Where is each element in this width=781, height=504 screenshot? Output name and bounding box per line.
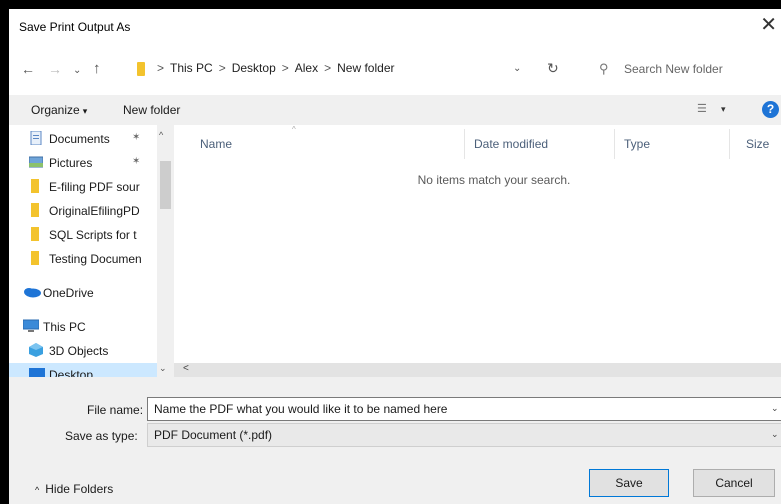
sidebar-item-original-efiling[interactable]: OriginalEfilingPD [9, 199, 174, 221]
pictures-icon [29, 156, 43, 168]
desktop-icon [29, 368, 45, 377]
breadcrumb-desktop[interactable]: Desktop [232, 61, 276, 75]
column-divider[interactable] [464, 129, 465, 159]
organize-button[interactable]: Organize ▾ [31, 103, 87, 117]
column-divider[interactable] [614, 129, 615, 159]
title-bar: Save Print Output As ✕ [9, 9, 781, 43]
sidebar-item-label: E-filing PDF sour [49, 180, 140, 194]
file-name-input[interactable]: Name the PDF what you would like it to b… [147, 397, 781, 421]
address-row: ← → ⌄ ↑ > This PC > Desktop > Alex > New folder… [9, 43, 781, 95]
3d-objects-icon [29, 343, 43, 357]
forward-arrow-icon[interactable]: → [48, 61, 62, 77]
breadcrumb-alex[interactable]: Alex [295, 61, 318, 75]
sidebar-item-testing-documents[interactable]: Testing Documen [9, 247, 174, 269]
save-type-label: Save as type: [65, 429, 138, 443]
file-list-horizontal-scrollbar[interactable] [174, 363, 781, 377]
help-icon[interactable]: ? [762, 101, 779, 118]
column-header-name[interactable]: Name [200, 137, 232, 151]
folder-icon [31, 251, 39, 265]
breadcrumb-separator: > [324, 61, 332, 75]
up-arrow-icon[interactable]: ↑ [93, 61, 101, 77]
sidebar-item-label: This PC [43, 320, 86, 334]
folder-icon [31, 227, 39, 241]
pin-icon: ✶ [132, 132, 141, 143]
file-name-label: File name: [87, 403, 144, 417]
view-options-caret-icon[interactable]: ▾ [721, 104, 726, 115]
save-type-chevron-icon[interactable]: ⌄ [771, 429, 779, 440]
column-header-date-modified[interactable]: Date modified [474, 137, 548, 151]
column-divider[interactable] [729, 129, 730, 159]
sidebar-item-pictures[interactable]: Pictures ✶ [9, 151, 174, 173]
breadcrumb-separator: > [157, 61, 165, 75]
sidebar-item-label: Pictures [49, 156, 93, 170]
organize-label: Organize [31, 103, 80, 117]
column-header-type[interactable]: Type [624, 137, 650, 151]
cancel-button[interactable]: Cancel [693, 469, 775, 497]
sidebar-item-label: Testing Documen [49, 252, 142, 266]
breadcrumb-this-pc[interactable]: This PC [170, 61, 213, 75]
sidebar-item-documents[interactable]: Documents ✶ [9, 127, 174, 149]
sidebar-item-label: OneDrive [43, 286, 94, 300]
onedrive-icon [24, 288, 41, 298]
search-placeholder: Search New folder [624, 62, 723, 76]
scroll-down-icon[interactable]: ⌄ [159, 363, 167, 374]
breadcrumb-separator: > [281, 61, 289, 75]
hide-folders-label: Hide Folders [45, 482, 114, 496]
sidebar-item-label: OriginalEfilingPD [49, 204, 140, 218]
sidebar-item-this-pc[interactable]: This PC [9, 315, 174, 337]
new-folder-button[interactable]: New folder [123, 103, 180, 117]
sidebar-item-onedrive[interactable]: OneDrive [9, 281, 174, 303]
save-type-select[interactable]: PDF Document (*.pdf) [147, 423, 781, 447]
refresh-icon[interactable]: ↻ [547, 60, 559, 77]
folder-icon [137, 62, 145, 76]
documents-icon [30, 131, 42, 145]
sidebar-item-label: SQL Scripts for t [49, 228, 137, 242]
save-dialog: Save Print Output As ✕ ← → ⌄ ↑ > This PC >… [9, 9, 781, 504]
file-list: ^ Name Date modified Type Size No items … [174, 125, 781, 377]
pin-icon: ✶ [132, 156, 141, 167]
address-bar[interactable]: > This PC > Desktop > Alex > New folder ⌄ ↻ [115, 55, 585, 83]
hide-folders-button[interactable]: ^ Hide Folders [35, 482, 113, 496]
recent-locations-chevron-icon[interactable]: ⌄ [73, 63, 81, 79]
sidebar-item-efiling-pdf[interactable]: E-filing PDF sour [9, 175, 174, 197]
save-button[interactable]: Save [589, 469, 669, 497]
sidebar-item-label: Documents [49, 132, 110, 146]
address-history-chevron-icon[interactable]: ⌄ [513, 63, 521, 74]
column-header-size[interactable]: Size [746, 137, 769, 151]
command-bar: Organize ▾ New folder ☰ ▾ ? [9, 95, 781, 125]
this-pc-icon [23, 319, 39, 332]
breadcrumb: > This PC > Desktop > Alex > New folder [151, 61, 394, 75]
search-icon: ⚲ [599, 61, 609, 76]
sidebar-scrollbar-thumb[interactable] [160, 161, 171, 209]
back-arrow-icon[interactable]: ← [21, 61, 35, 77]
empty-message: No items match your search. [417, 173, 571, 187]
dialog-title: Save Print Output As [19, 20, 131, 34]
navigation-pane: Documents ✶ Pictures ✶ E-filing PDF sour… [9, 125, 174, 377]
sidebar-item-3d-objects[interactable]: 3D Objects [9, 339, 174, 361]
caret-down-icon: ▾ [82, 106, 88, 116]
breadcrumb-separator: > [218, 61, 226, 75]
sidebar-item-sql-scripts[interactable]: SQL Scripts for t [9, 223, 174, 245]
close-icon[interactable]: ✕ [760, 15, 777, 35]
file-name-chevron-icon[interactable]: ⌄ [771, 403, 779, 414]
folder-icon [31, 203, 39, 217]
chevron-up-icon: ^ [35, 485, 40, 495]
breadcrumb-new-folder[interactable]: New folder [337, 61, 394, 75]
sidebar-item-desktop[interactable]: Desktop [9, 363, 174, 377]
scroll-up-icon[interactable]: ^ [159, 130, 163, 140]
sidebar-item-label: Desktop [49, 368, 94, 377]
scroll-left-icon[interactable]: < [183, 363, 189, 374]
sort-indicator-icon: ^ [292, 125, 296, 134]
sidebar-item-label: 3D Objects [49, 344, 109, 358]
search-box[interactable]: ⚲ Search New folder [591, 55, 781, 83]
view-options-icon[interactable]: ☰ [697, 102, 707, 115]
folder-icon [31, 179, 39, 193]
